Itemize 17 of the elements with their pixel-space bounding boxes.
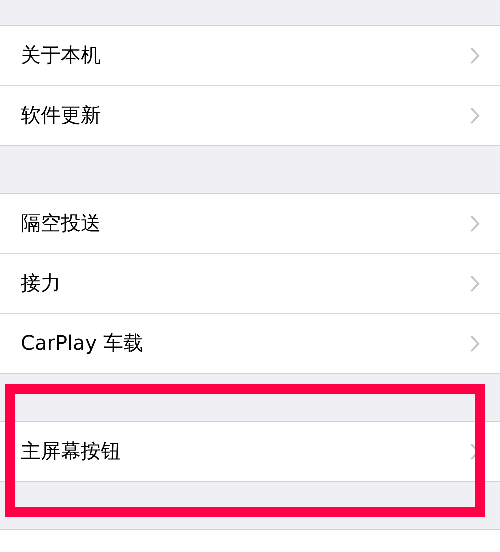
chevron-icon xyxy=(470,274,480,292)
row-label: 关于本机 xyxy=(21,42,102,69)
row-label: 接力 xyxy=(21,270,62,297)
chevron-icon xyxy=(470,46,480,64)
row-label: 软件更新 xyxy=(21,102,102,129)
settings-row[interactable]: 隔空投送 xyxy=(0,194,500,253)
chevron-icon xyxy=(470,334,480,352)
settings-row[interactable]: 主屏幕按钮 xyxy=(0,422,500,481)
row-label: 主屏幕按钮 xyxy=(21,438,122,465)
settings-row[interactable]: 接力 xyxy=(0,253,500,313)
settings-row[interactable]: 关于本机 xyxy=(0,26,500,85)
chevron-icon xyxy=(470,214,480,232)
settings-row[interactable]: 软件更新 xyxy=(0,85,500,145)
row-label: 隔空投送 xyxy=(21,210,102,237)
settings-row[interactable]: CarPlay 车载 xyxy=(0,313,500,373)
row-label: CarPlay 车载 xyxy=(21,330,145,357)
chevron-icon xyxy=(470,106,480,124)
